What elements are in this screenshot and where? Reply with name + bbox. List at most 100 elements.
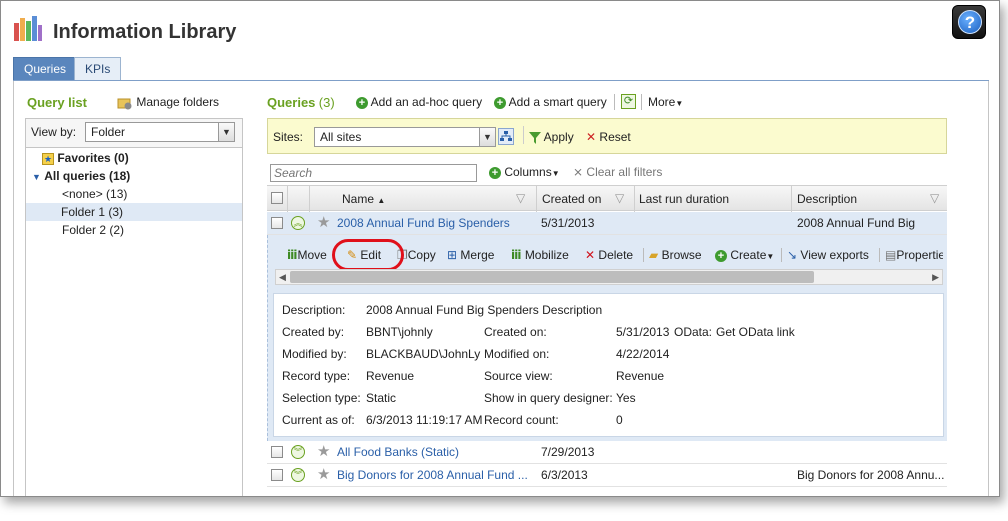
favorite-star-icon[interactable]: ★: [317, 440, 330, 463]
toolbar-separator: [879, 248, 880, 262]
source-view-value: Revenue: [616, 369, 665, 383]
view-by-label: View by:: [31, 125, 77, 139]
add-smart-query-button[interactable]: + Add a smart query: [494, 95, 607, 109]
toolbar-scrollbar[interactable]: ◀ ▶: [275, 269, 943, 285]
collapse-icon[interactable]: ︽: [291, 216, 305, 230]
view-exports-button[interactable]: ↘ View exports: [787, 245, 869, 265]
app-window: Information Library ? Queries KPIs Query…: [0, 0, 1000, 497]
clear-filters-button[interactable]: ⨯ Clear all filters: [573, 165, 662, 179]
sites-select[interactable]: All sites ▼: [314, 127, 496, 147]
chevron-down-icon: ▼: [218, 123, 234, 141]
page-title: Information Library: [53, 21, 237, 43]
tab-kpis[interactable]: KPIs: [74, 57, 122, 81]
table-row[interactable]: ︽ ★ 2008 Annual Fund Big Spenders 5/31/2…: [267, 211, 947, 253]
columns-label: Columns: [504, 165, 552, 179]
properties-button[interactable]: ▤Properties: [885, 245, 943, 265]
favorite-star-icon[interactable]: ★: [317, 211, 330, 234]
expand-icon[interactable]: ︾: [291, 445, 305, 459]
chevron-down-icon: ▼: [479, 128, 495, 146]
tree-item-favorites[interactable]: ★ Favorites (0): [42, 149, 258, 167]
tree-item-none[interactable]: <none> (13): [62, 185, 278, 203]
favorite-star-icon[interactable]: ★: [317, 463, 330, 486]
record-type-value: Revenue: [366, 369, 415, 383]
add-adhoc-query-button[interactable]: + Add an ad-hoc query: [356, 95, 482, 109]
create-button[interactable]: + Create▼: [715, 245, 774, 265]
modified-by-value: BLACKBAUD\JohnLy: [366, 347, 481, 361]
apply-button[interactable]: Apply: [529, 130, 574, 144]
tree-item-folder2[interactable]: Folder 2 (2): [62, 221, 278, 239]
modified-on-label: Modified on:: [484, 347, 550, 361]
column-header-name[interactable]: Name ▲: [342, 192, 385, 206]
search-input[interactable]: [270, 164, 477, 182]
queries-heading: Queries (3): [267, 95, 335, 110]
get-odata-link[interactable]: Get OData link: [716, 325, 795, 339]
created-on-label: Created on:: [484, 325, 547, 339]
odata-label: OData:: [674, 325, 713, 339]
created-by-label: Created by:: [282, 325, 345, 339]
expand-icon[interactable]: ︾: [291, 468, 305, 482]
view-by-select[interactable]: Folder ▼: [85, 122, 235, 142]
merge-button[interactable]: ⊞ Merge: [447, 245, 494, 265]
table-row[interactable]: ︾ ★ Big Donors for 2008 Annual Fund ... …: [267, 464, 947, 487]
current-as-of-label: Current as of:: [282, 413, 355, 427]
query-list-title: Query list: [27, 95, 87, 110]
row-checkbox[interactable]: [271, 217, 283, 229]
current-as-of-value: 6/3/2013 11:19:17 AM: [366, 413, 483, 427]
funnel-icon: [529, 131, 541, 144]
columns-button[interactable]: + Columns▼: [489, 165, 560, 179]
tab-queries[interactable]: Queries: [13, 57, 78, 81]
selection-type-label: Selection type:: [282, 391, 361, 405]
delete-x-icon: ✕: [585, 248, 596, 262]
help-button[interactable]: ?: [952, 5, 986, 39]
filter-icon[interactable]: ▽: [930, 191, 939, 205]
column-header-description[interactable]: Description: [797, 192, 857, 206]
scroll-thumb[interactable]: [290, 271, 814, 283]
filter-separator: [523, 126, 524, 144]
clear-filter-icon: ⨯: [573, 165, 584, 179]
question-mark-icon: ?: [958, 10, 982, 34]
row-name-link[interactable]: Big Donors for 2008 Annual Fund ...: [337, 464, 528, 487]
folder-icon: ▰: [649, 248, 659, 262]
more-menu[interactable]: More▼: [648, 95, 683, 109]
move-button[interactable]: ⅲMove: [287, 245, 327, 265]
modified-on-value: 4/22/2014: [616, 347, 670, 361]
row-description: Big Donors for 2008 Annu...: [797, 468, 945, 482]
move-icon: ⅲ: [287, 248, 298, 262]
tree-label-favorites: Favorites (0): [57, 151, 129, 165]
tree-item-folder1[interactable]: Folder 1 (3): [26, 203, 242, 221]
browse-button[interactable]: ▰ Browse: [649, 245, 702, 265]
column-header-created-on[interactable]: Created on: [542, 192, 601, 206]
row-checkbox[interactable]: [271, 446, 283, 458]
table-row[interactable]: ︾ ★ All Food Banks (Static) 7/29/2013: [267, 441, 947, 464]
library-logo-icon: [14, 16, 42, 41]
filter-icon[interactable]: ▽: [516, 191, 525, 205]
mobilize-icon: ⅲ: [511, 248, 522, 262]
refresh-icon[interactable]: ⟳: [621, 94, 636, 109]
export-icon: ↘: [787, 248, 798, 262]
clear-filters-label: Clear all filters: [586, 165, 663, 179]
view-by-value: Folder: [91, 125, 126, 139]
select-all-checkbox[interactable]: [271, 192, 283, 204]
sort-asc-icon: ▲: [377, 196, 386, 205]
row-name-link[interactable]: All Food Banks (Static): [337, 441, 459, 464]
sites-value: All sites: [320, 130, 362, 144]
tree-item-all-queries[interactable]: ▼ All queries (18): [32, 167, 248, 185]
mobilize-button[interactable]: ⅲ Mobilize: [511, 245, 569, 265]
reset-button[interactable]: ✕ Reset: [586, 130, 631, 144]
selection-type-value: Static: [366, 391, 397, 405]
filter-icon[interactable]: ▽: [615, 191, 624, 205]
more-label: More: [648, 95, 676, 109]
row-name-link[interactable]: 2008 Annual Fund Big Spenders: [337, 212, 510, 235]
column-header-last-run[interactable]: Last run duration: [639, 192, 729, 206]
site-hierarchy-icon[interactable]: [498, 128, 514, 145]
row-checkbox[interactable]: [271, 469, 283, 481]
row-created-on: 5/31/2013: [541, 216, 595, 230]
delete-button[interactable]: ✕ Delete: [585, 245, 633, 265]
created-on-value: 5/31/2013: [616, 325, 670, 339]
queries-title: Queries: [267, 95, 316, 110]
apply-label: Apply: [543, 130, 574, 144]
manage-folders-button[interactable]: Manage folders: [117, 95, 219, 110]
sites-label: Sites:: [273, 130, 304, 144]
folder-gear-icon: [117, 98, 132, 110]
description-label: Description:: [282, 303, 346, 317]
